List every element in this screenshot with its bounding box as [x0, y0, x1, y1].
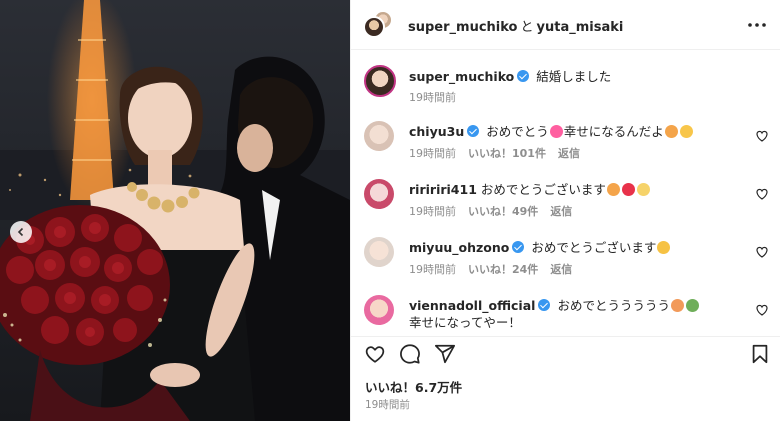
reply-button[interactable]: 返信	[558, 147, 580, 160]
verified-badge-icon	[517, 70, 530, 82]
post-authors: super_muchiko と yuta_misaki	[408, 16, 623, 35]
comment-body: おめでとううううう	[557, 298, 670, 313]
party-emoji-icon	[670, 299, 684, 312]
avatar[interactable]	[364, 295, 394, 325]
comment-body-2: 幸せになるんだよ	[563, 124, 664, 139]
chevron-left-icon	[17, 227, 24, 237]
reply-button[interactable]: 返信	[550, 205, 572, 218]
author-link-1[interactable]: super_muchiko	[408, 20, 517, 35]
avatar	[363, 16, 385, 38]
paper-plane-icon[interactable]	[434, 343, 456, 365]
heart-icon[interactable]	[755, 303, 769, 317]
bottle-emoji-icon	[685, 299, 699, 312]
heart-icon[interactable]	[755, 187, 769, 201]
comment-text: chiyu3u おめでとう 幸せになるんだよ	[409, 122, 694, 141]
caption-meta: 19時間前	[409, 89, 468, 105]
comment-body: おめでとうございます	[480, 182, 606, 197]
comment-username[interactable]: miyuu_ohzono	[409, 240, 509, 255]
avatar[interactable]	[364, 237, 394, 267]
post-panel: super_muchiko と yuta_misaki super_muchiko …	[350, 0, 780, 421]
author-joiner: と	[520, 20, 534, 35]
post-caption: super_muchiko 結婚しました 19時間前	[351, 63, 780, 113]
collab-avatars[interactable]	[363, 10, 393, 40]
avatar[interactable]	[364, 121, 394, 151]
comment-meta: 19時間前 いいね！101件 返信	[409, 145, 592, 161]
comment-meta: 19時間前 いいね！49件 返信	[409, 203, 584, 219]
comment-item: riririri411 おめでとうございます 19時間前 いいね！49件 返信	[351, 177, 780, 227]
likes-count[interactable]: いいね！6.7万件	[365, 377, 462, 396]
comment-text: miyuu_ohzono おめでとうございます	[409, 238, 671, 257]
comment-username[interactable]: riririri411	[409, 182, 477, 197]
comment-likes[interactable]: いいね！49件	[468, 205, 538, 218]
post-photo	[0, 0, 350, 421]
comments-list: super_muchiko 結婚しました 19時間前 chiyu3u おめでとう…	[351, 51, 780, 336]
avatar[interactable]	[364, 65, 396, 97]
heart-icon[interactable]	[755, 129, 769, 143]
verified-badge-icon	[538, 299, 551, 311]
emoji-icon	[679, 125, 693, 138]
heart-emoji-icon	[621, 183, 635, 196]
emoji-icon	[606, 183, 620, 196]
heart-icon[interactable]	[755, 245, 769, 259]
clapping-emoji-icon	[657, 241, 671, 254]
caption-username[interactable]: super_muchiko	[409, 69, 514, 84]
reply-button[interactable]: 返信	[550, 263, 572, 276]
verified-badge-icon	[512, 241, 525, 253]
caption-text: super_muchiko 結婚しました	[409, 67, 611, 86]
more-dots-icon[interactable]	[747, 16, 767, 34]
heart-emoji-icon	[549, 125, 563, 138]
avatar[interactable]	[364, 179, 394, 209]
post-time[interactable]: 19時間前	[365, 397, 410, 412]
heart-icon[interactable]	[364, 343, 386, 365]
comment-item: miyuu_ohzono おめでとうございます 19時間前 いいね！24件 返信	[351, 235, 780, 285]
comment-likes[interactable]: いいね！24件	[468, 263, 538, 276]
comment-item: viennadoll_official おめでとううううう 幸せになってやー！	[351, 293, 780, 336]
sparkles-emoji-icon	[636, 183, 650, 196]
comment-bubble-icon[interactable]	[399, 343, 421, 365]
comment-username[interactable]: chiyu3u	[409, 124, 464, 139]
comment-meta: 19時間前 いいね！24件 返信	[409, 261, 584, 277]
comment-text-line2: 幸せになってやー！	[409, 315, 521, 330]
comment-time[interactable]: 19時間前	[409, 263, 456, 276]
verified-badge-icon	[467, 125, 480, 137]
carousel-prev-button[interactable]	[10, 221, 32, 243]
comment-time[interactable]: 19時間前	[409, 147, 456, 160]
comment-item: chiyu3u おめでとう 幸せになるんだよ 19時間前 いいね！101件 返信	[351, 119, 780, 169]
bookmark-icon[interactable]	[749, 343, 771, 365]
comment-likes[interactable]: いいね！101件	[468, 147, 546, 160]
post-photo-art	[0, 0, 350, 421]
comment-body: おめでとう	[486, 124, 549, 139]
author-link-2[interactable]: yuta_misaki	[537, 20, 624, 35]
comment-time[interactable]: 19時間前	[409, 205, 456, 218]
post-header: super_muchiko と yuta_misaki	[351, 0, 780, 50]
comment-text: riririri411 おめでとうございます	[409, 180, 651, 199]
comment-username[interactable]: viennadoll_official	[409, 298, 535, 313]
post-actions	[351, 336, 780, 368]
comment-body: おめでとうございます	[531, 240, 657, 255]
emoji-icon	[664, 125, 678, 138]
caption-time[interactable]: 19時間前	[409, 91, 456, 104]
caption-body: 結婚しました	[536, 69, 612, 84]
